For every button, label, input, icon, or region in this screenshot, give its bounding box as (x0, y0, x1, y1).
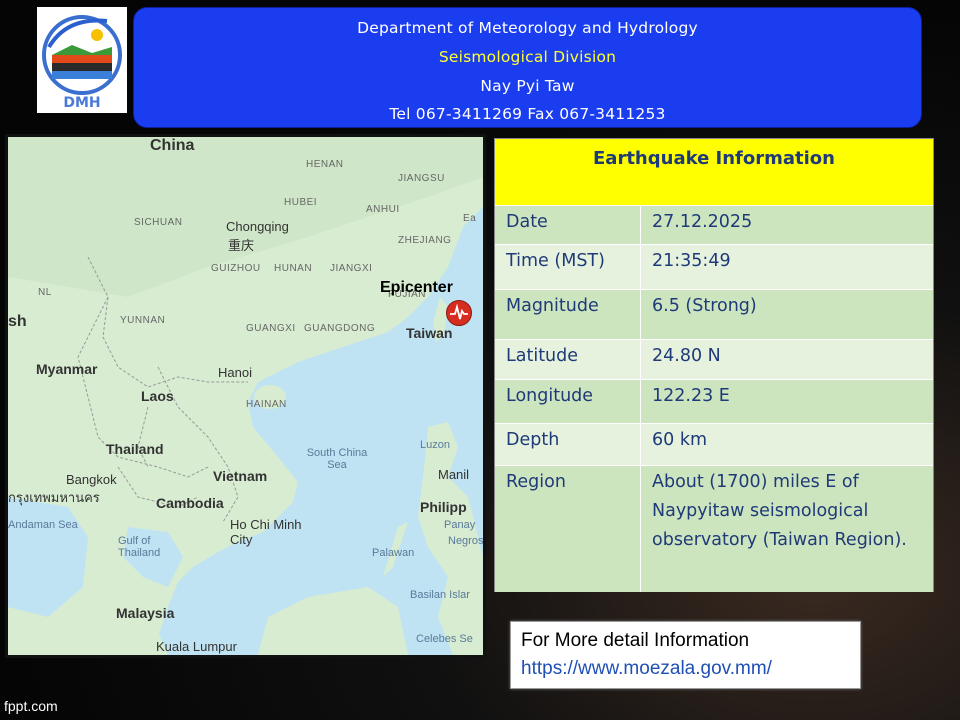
epicenter-map: China HENAN JIANGSU HUBEI ANHUI SICHUAN … (5, 134, 486, 658)
map-label-basilan: Basilan Islar (410, 589, 470, 601)
division-name: Seismological Division (438, 48, 617, 66)
map-label-nl: NL (38, 287, 52, 298)
map-label-luzon: Luzon (420, 439, 450, 451)
dmh-logo-text: DMH (63, 95, 101, 111)
map-label-bangkok: Bangkok (66, 472, 117, 487)
map-label-ea: Ea (463, 213, 477, 224)
table-row-depth: Depth 60 km (495, 423, 933, 466)
map-label-chongqing-cn: 重庆 (228, 238, 255, 253)
row-value: 21:35:49 (652, 251, 731, 271)
map-label-chongqing: Chongqing (226, 219, 289, 234)
map-label-hcm: Ho Chi Minh City (230, 517, 302, 547)
row-value: 27.12.2025 (652, 212, 753, 232)
map-label-bangkok-th: กรุงเทพมหานคร (8, 490, 100, 505)
contact-info: Tel 067-3411269 Fax 067-3411253 (389, 105, 666, 123)
map-label-vietnam: Vietnam (213, 468, 268, 484)
map-label-hainan: HAINAN (246, 399, 287, 410)
table-row-time: Time (MST) 21:35:49 (495, 244, 933, 290)
row-key: Depth (495, 424, 641, 466)
row-value: About (1700) miles E of Naypyitaw seismo… (652, 472, 907, 550)
row-key: Date (495, 206, 641, 245)
map-label-laos: Laos (141, 388, 174, 404)
map-label-cambodia: Cambodia (156, 495, 224, 511)
map-landmass (8, 137, 483, 655)
row-value: 122.23 E (652, 386, 730, 406)
more-info-text: For More detail Information (521, 630, 750, 651)
info-title-cell: Earthquake Information (495, 139, 933, 205)
row-value: 6.5 (Strong) (652, 296, 757, 316)
map-label-taiwan: Taiwan (406, 325, 453, 341)
map-label-yunnan: YUNNAN (120, 315, 166, 326)
dmh-logo: DMH (37, 7, 127, 113)
map-label-sichuan: SICHUAN (134, 217, 183, 228)
map-label-thailand: Thailand (106, 441, 164, 457)
row-value: 60 km (652, 430, 708, 450)
map-label-andaman-sea: Andaman Sea (8, 519, 78, 531)
map-label-china: China (150, 137, 195, 154)
footer-brand: fppt.com (4, 698, 58, 714)
row-key: Magnitude (495, 290, 641, 340)
map-label-jiangxi: JIANGXI (330, 263, 373, 274)
earthquake-info-table: Earthquake Information Date 27.12.2025 T… (494, 138, 934, 592)
more-info-box: For More detail Information https://www.… (510, 621, 861, 689)
map-label-palawan: Palawan (372, 547, 415, 559)
map-label-gulf: Gulf of Thailand (118, 535, 161, 559)
map-label-philippines: Philipp (420, 499, 467, 515)
map-label-guangxi: GUANGXI (246, 323, 296, 334)
epicenter-label: Epicenter (380, 279, 453, 296)
info-title: Earthquake Information (593, 148, 835, 169)
table-row-region: Region About (1700) miles E of Naypyitaw… (495, 465, 933, 592)
location: Nay Pyi Taw (480, 77, 575, 95)
map-label-guangdong: GUANGDONG (304, 323, 376, 334)
table-row-date: Date 27.12.2025 (495, 205, 933, 245)
row-key: Latitude (495, 340, 641, 380)
map-label-hanoi: Hanoi (218, 365, 252, 380)
map-label-negros: Negros (448, 535, 484, 547)
map-label-panay: Panay (444, 519, 476, 531)
epicenter-marker-icon (446, 300, 472, 326)
map-label-malaysia: Malaysia (116, 605, 175, 621)
row-value: 24.80 N (652, 346, 721, 366)
map-label-sh: sh (8, 313, 27, 330)
map-label-manila: Manil (438, 467, 470, 482)
map-label-henan: HENAN (306, 159, 344, 170)
header-banner: Department of Meteorology and Hydrology … (133, 7, 922, 128)
row-key: Time (MST) (495, 245, 641, 290)
map-label-guizhou: GUIZHOU (211, 263, 261, 274)
map-label-kuala-lumpur: Kuala Lumpur (156, 639, 237, 654)
map-label-hubei: HUBEI (284, 197, 318, 208)
map-label-myanmar: Myanmar (36, 361, 98, 377)
map-label-jiangsu: JIANGSU (398, 173, 445, 184)
department-name: Department of Meteorology and Hydrology (357, 19, 698, 37)
map-label-south-china-sea: South China Sea (306, 447, 368, 471)
more-info-link[interactable]: https://www.moezala.gov.mm/ (521, 658, 772, 680)
map-label-celebes: Celebes Se (416, 633, 473, 645)
table-row-longitude: Longitude 122.23 E (495, 379, 933, 424)
map-label-zhejiang: ZHEJIANG (398, 235, 452, 246)
table-row-magnitude: Magnitude 6.5 (Strong) (495, 289, 933, 340)
table-row-latitude: Latitude 24.80 N (495, 339, 933, 380)
map-label-hunan: HUNAN (274, 263, 313, 274)
row-key: Region (495, 466, 641, 592)
map-label-anhui: ANHUI (366, 204, 400, 215)
row-key: Longitude (495, 380, 641, 424)
